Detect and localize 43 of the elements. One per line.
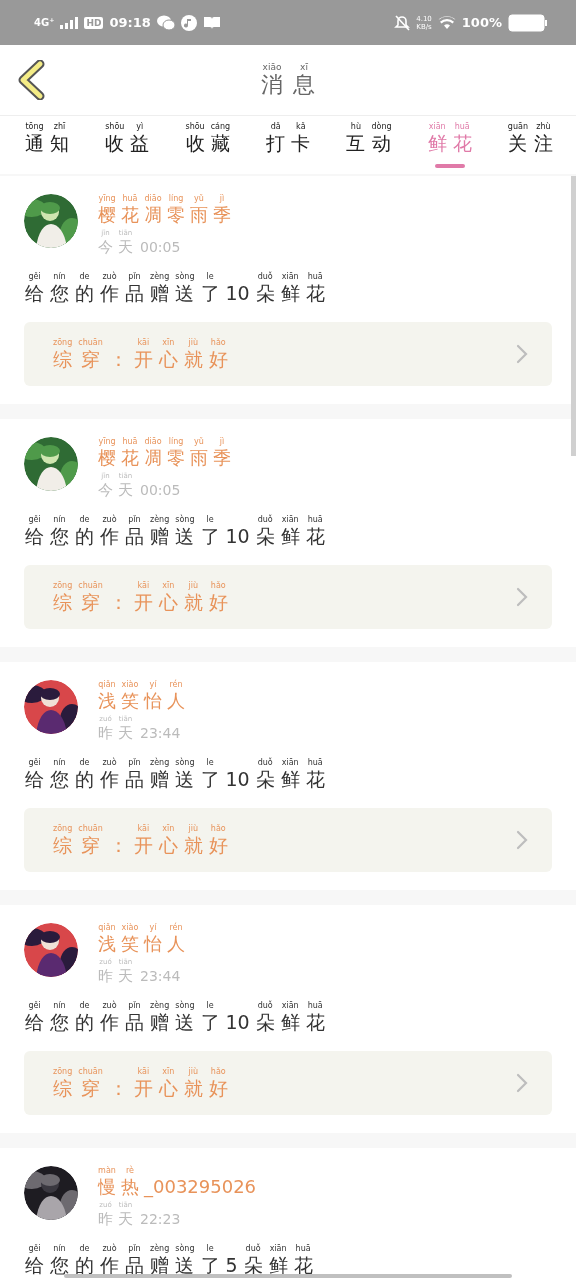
user-name[interactable]: qiǎn 浅 xiào 笑 yí 怡 rén 人	[97, 680, 186, 712]
chat-icon	[156, 14, 175, 31]
message-text: gěi 给 nín 您 de 的 zuò 作 pǐn 品 zèng 赠 sòng 送 le 了 10 duǒ 朵 xiān 鲜 huā 花	[24, 515, 326, 547]
user-name[interactable]: yīng 樱 huā 花 diāo 凋 líng 零 yǔ 雨 jì 季	[97, 437, 232, 469]
message-text: gěi 给 nín 您 de 的 zuò 作 pǐn 品 zèng 赠 sòng 送 le 了 10 duǒ 朵 xiān 鲜 huā 花	[24, 272, 326, 304]
tab[interactable]: shōu 收 cáng 藏	[184, 122, 232, 168]
work-link[interactable]: zōng 综 chuān 穿 ： kāi 开 xīn 心 jiù 就 hǎo 好	[24, 1051, 552, 1115]
message-time: 23:44	[140, 724, 181, 742]
tab[interactable]: tōng 通 zhī 知	[24, 122, 70, 168]
message-text: gěi 给 nín 您 de 的 zuò 作 pǐn 品 zèng 赠 sòng 送 le 了 10 duǒ 朵 xiān 鲜 huā 花	[24, 758, 326, 790]
user-name[interactable]: qiǎn 浅 xiào 笑 yí 怡 rén 人	[97, 923, 186, 955]
user-name[interactable]: yīng 樱 huā 花 diāo 凋 líng 零 yǔ 雨 jì 季	[97, 194, 232, 226]
message-text: gěi 给 nín 您 de 的 zuò 作 pǐn 品 zèng 赠 sòng 送 le 了 5 duǒ 朵 xiān 鲜 huā 花	[24, 1244, 314, 1276]
clock: 09:18	[109, 15, 151, 30]
tab[interactable]: shōu 收 yì 益	[104, 122, 151, 168]
message-time: 00:05	[140, 238, 181, 256]
signal-icon	[60, 16, 79, 29]
chevron-right-icon	[516, 830, 528, 850]
user-name[interactable]: màn 慢 rè 热 _003295026	[97, 1166, 258, 1198]
tab[interactable]: xiān 鲜 huā 花	[426, 122, 473, 168]
hd-badge: HD	[84, 16, 104, 29]
work-link[interactable]: zōng 综 chuān 穿 ： kāi 开 xīn 心 jiù 就 hǎo 好	[24, 565, 552, 629]
work-link[interactable]: zōng 综 chuān 穿 ： kāi 开 xīn 心 jiù 就 hǎo 好	[24, 322, 552, 386]
message-time: 00:05	[140, 481, 181, 499]
page-title: xiāo 消 xī 息	[260, 62, 316, 98]
tab[interactable]: guān 关 zhù 注	[506, 122, 554, 168]
battery-icon	[508, 13, 548, 32]
back-button[interactable]	[16, 60, 46, 100]
chevron-right-icon	[516, 587, 528, 607]
bell-off-icon	[394, 14, 411, 31]
network-label: 4G⁺	[34, 17, 55, 28]
message-time: 23:44	[140, 967, 181, 985]
message-time: 22:23	[140, 1210, 181, 1228]
music-icon	[180, 14, 197, 31]
tab[interactable]: dǎ 打 kǎ 卡	[265, 122, 312, 168]
tab[interactable]: hù 互 dòng 动	[345, 122, 393, 168]
message-text: gěi 给 nín 您 de 的 zuò 作 pǐn 品 zèng 赠 sòng 送 le 了 10 duǒ 朵 xiān 鲜 huā 花	[24, 1001, 326, 1033]
work-link[interactable]: zōng 综 chuān 穿 ： kāi 开 xīn 心 jiù 就 hǎo 好	[24, 808, 552, 872]
book-icon	[202, 15, 221, 30]
wifi-icon	[437, 15, 456, 30]
chevron-right-icon	[516, 344, 528, 364]
battery-percent: 100%	[461, 15, 502, 30]
chevron-right-icon	[516, 1073, 528, 1093]
